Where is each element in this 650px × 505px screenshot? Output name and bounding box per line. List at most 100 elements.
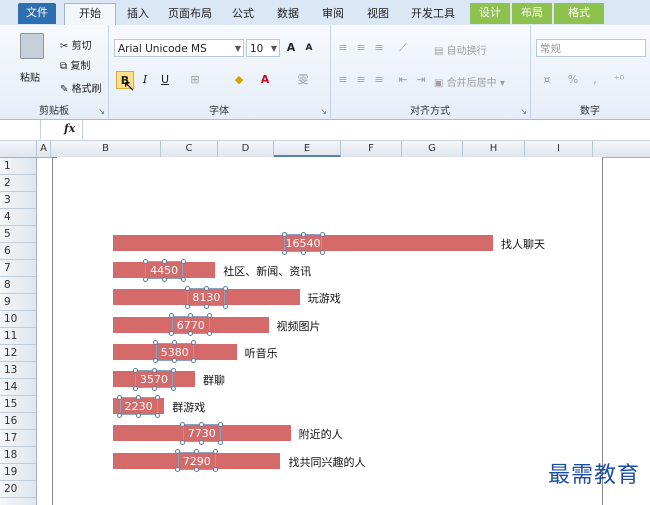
align-left-icon[interactable]: ≡: [334, 71, 352, 89]
formula-input[interactable]: [82, 120, 650, 139]
selection-handle[interactable]: [199, 439, 205, 445]
selection-handle[interactable]: [180, 276, 186, 282]
font-name-combo[interactable]: Arial Unicode MS ▼: [114, 39, 244, 57]
selection-handle[interactable]: [213, 467, 219, 473]
selection-handle[interactable]: [151, 367, 157, 373]
selection-handle[interactable]: [136, 394, 142, 400]
row-header-5[interactable]: 5: [0, 226, 36, 243]
underline-button[interactable]: U: [156, 71, 174, 89]
phonetic-button[interactable]: 雯: [294, 71, 312, 89]
fill-color-icon[interactable]: ◆: [230, 71, 248, 89]
selection-handle[interactable]: [300, 231, 306, 237]
selection-handle[interactable]: [203, 285, 209, 291]
row-header-2[interactable]: 2: [0, 175, 36, 192]
dialog-launcher-icon[interactable]: ↘: [98, 107, 105, 116]
selection-handle[interactable]: [132, 385, 138, 391]
column-header-g[interactable]: G: [402, 141, 463, 157]
selection-handle[interactable]: [319, 231, 325, 237]
row-header-10[interactable]: 10: [0, 311, 36, 328]
selection-handle[interactable]: [184, 303, 190, 309]
align-center-icon[interactable]: ≡: [352, 71, 370, 89]
tab-page-layout[interactable]: 页面布局: [162, 4, 218, 24]
selection-handle[interactable]: [222, 303, 228, 309]
row-header-17[interactable]: 17: [0, 430, 36, 447]
name-box[interactable]: [0, 120, 41, 139]
row-header-16[interactable]: 16: [0, 413, 36, 430]
selection-handle[interactable]: [161, 276, 167, 282]
align-top-icon[interactable]: ≡: [334, 39, 352, 57]
tab-formulas[interactable]: 公式: [223, 4, 263, 24]
selection-handle[interactable]: [218, 439, 224, 445]
row-header-3[interactable]: 3: [0, 192, 36, 209]
orientation-icon[interactable]: ⟋: [394, 39, 412, 57]
tab-file[interactable]: 文件: [18, 3, 56, 24]
selection-handle[interactable]: [207, 331, 213, 337]
selection-handle[interactable]: [153, 358, 159, 364]
row-header-12[interactable]: 12: [0, 345, 36, 362]
increase-decimal-icon[interactable]: ⁺⁰: [610, 71, 628, 89]
row-header-19[interactable]: 19: [0, 464, 36, 481]
row-header-6[interactable]: 6: [0, 243, 36, 260]
paste-button[interactable]: 粘贴: [20, 69, 40, 84]
column-header-j[interactable]: [593, 141, 650, 157]
tab-data[interactable]: 数据: [268, 4, 308, 24]
tab-view[interactable]: 视图: [358, 4, 398, 24]
selection-handle[interactable]: [155, 412, 161, 418]
selection-handle[interactable]: [203, 303, 209, 309]
paste-icon[interactable]: [20, 33, 44, 59]
tab-chart-format[interactable]: 格式: [554, 3, 604, 24]
selection-handle[interactable]: [194, 467, 200, 473]
tab-chart-design[interactable]: 设计: [470, 3, 510, 24]
row-header-18[interactable]: 18: [0, 447, 36, 464]
selection-handle[interactable]: [132, 367, 138, 373]
tab-review[interactable]: 审阅: [313, 4, 353, 24]
currency-icon[interactable]: ¤: [538, 71, 556, 89]
tab-home[interactable]: 开始: [64, 3, 116, 26]
selection-handle[interactable]: [191, 358, 197, 364]
row-header-20[interactable]: 20: [0, 481, 36, 498]
column-header-d[interactable]: D: [218, 141, 274, 157]
selection-handle[interactable]: [161, 258, 167, 264]
selection-handle[interactable]: [281, 249, 287, 255]
selection-handle[interactable]: [180, 439, 186, 445]
row-header-7[interactable]: 7: [0, 260, 36, 277]
merge-center-button[interactable]: ▣ 合并后居中 ▾: [434, 74, 505, 89]
tab-insert[interactable]: 插入: [118, 4, 158, 24]
selection-handle[interactable]: [151, 385, 157, 391]
selection-handle[interactable]: [300, 249, 306, 255]
selection-handle[interactable]: [170, 385, 176, 391]
shrink-font-button[interactable]: A: [300, 39, 318, 57]
selection-handle[interactable]: [117, 412, 123, 418]
italic-button[interactable]: I: [136, 71, 154, 89]
borders-icon[interactable]: ⊞: [186, 71, 204, 89]
dialog-launcher-icon[interactable]: ↘: [520, 107, 527, 116]
selection-handle[interactable]: [188, 331, 194, 337]
column-header-f[interactable]: F: [341, 141, 402, 157]
decrease-indent-icon[interactable]: ⇤: [394, 71, 412, 89]
comma-button[interactable]: ,: [586, 71, 604, 89]
column-header-a[interactable]: A: [37, 141, 51, 157]
column-header-c[interactable]: C: [161, 141, 218, 157]
row-header-13[interactable]: 13: [0, 362, 36, 379]
fx-icon[interactable]: fx: [64, 122, 75, 135]
selection-handle[interactable]: [281, 231, 287, 237]
format-painter-button[interactable]: ✎ 格式刷: [60, 80, 102, 95]
selection-handle[interactable]: [169, 331, 175, 337]
increase-indent-icon[interactable]: ⇥: [412, 71, 430, 89]
selection-handle[interactable]: [222, 285, 228, 291]
chart-area[interactable]: 找人聊天 16540 社区、新闻、资讯 4450 玩游戏 8130 视频图片 6770 听音乐 5…: [52, 157, 603, 505]
font-size-combo[interactable]: 10 ▼: [246, 39, 280, 57]
select-all-corner[interactable]: [0, 141, 37, 157]
wrap-text-button[interactable]: ▤ 自动换行: [434, 42, 487, 57]
chart-corner-handle[interactable]: [52, 157, 57, 162]
selection-handle[interactable]: [117, 394, 123, 400]
percent-button[interactable]: %: [564, 71, 582, 89]
number-format-combo[interactable]: 常规: [536, 39, 646, 57]
selection-handle[interactable]: [319, 249, 325, 255]
row-header-14[interactable]: 14: [0, 379, 36, 396]
column-header-i[interactable]: I: [525, 141, 593, 157]
selection-handle[interactable]: [142, 258, 148, 264]
font-color-button[interactable]: A: [256, 71, 274, 89]
selection-handle[interactable]: [142, 276, 148, 282]
selection-handle[interactable]: [180, 258, 186, 264]
